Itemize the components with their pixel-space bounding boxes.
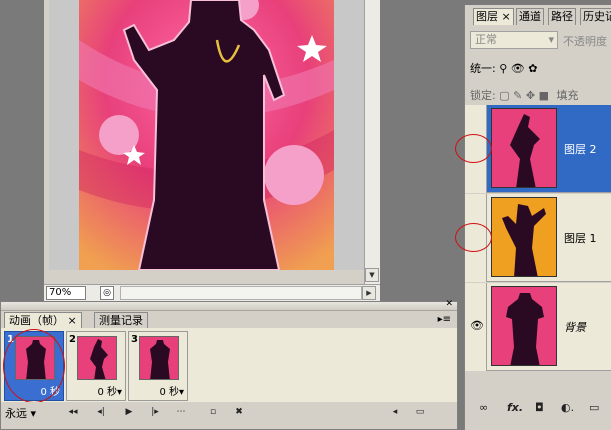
layer-thumbnail xyxy=(491,286,557,366)
chevron-down-icon: ▾ xyxy=(30,407,37,420)
loop-value: 永远 xyxy=(5,407,27,420)
lock-brush-icon[interactable]: ✎ xyxy=(513,89,522,102)
scroll-down-icon[interactable]: ▼ xyxy=(365,268,379,282)
add-mask-icon[interactable]: ◘ xyxy=(535,401,544,414)
unify-position-icon[interactable]: ⚲ xyxy=(499,62,507,75)
tab-history[interactable]: 历史记 xyxy=(580,8,611,25)
frame-delay[interactable]: 0 秒▾ xyxy=(97,383,122,398)
chevron-down-icon: ▾ xyxy=(548,33,554,46)
animation-controls: 永远 ▾ ◂◂ ◂| ▶ |▸ ⋯ ▫ ✖ ◂ ▭ xyxy=(1,402,457,429)
frame-number: 3 xyxy=(131,334,138,345)
animation-frame[interactable]: 2 0 秒▾ xyxy=(66,331,126,401)
loop-select[interactable]: 永远 ▾ xyxy=(5,405,57,420)
highlight-circle-frame xyxy=(3,329,65,403)
layer-thumbnail xyxy=(491,197,557,277)
scroll-left-icon[interactable]: ◂ xyxy=(387,405,403,419)
tab-label: 测量记录 xyxy=(99,314,143,327)
tab-close-icon[interactable]: × xyxy=(68,314,77,327)
fill-label: 填充 xyxy=(556,89,579,102)
layers-panel: 图层 × 通道 路径 历史记 正常 ▾ 不透明度 统一: ⚲ 👁 ✿ 锁定: ▢… xyxy=(455,5,611,430)
highlight-circle-layer-2 xyxy=(455,134,492,163)
tab-animation-frames[interactable]: 动画（帧） × xyxy=(4,312,82,329)
layer-visibility-toggle[interactable]: 👁 xyxy=(465,283,487,371)
horizontal-scrollbar[interactable] xyxy=(120,286,362,300)
status-menu-icon[interactable]: ◎ xyxy=(100,286,114,300)
animation-panel: ✕ 动画（帧） × 测量记录 ▸≡ 1 0 秒 2 0 秒▾ 3 0 秒▾ 永远… xyxy=(0,299,458,430)
unify-label: 统一: xyxy=(470,62,496,75)
layer-name[interactable]: 图层 1 xyxy=(564,230,597,246)
tween-icon[interactable]: ⋯ xyxy=(173,405,189,419)
lock-move-icon[interactable]: ✥ xyxy=(526,89,535,102)
first-frame-icon[interactable]: ◂◂ xyxy=(65,405,81,419)
lock-transparent-icon[interactable]: ▢ xyxy=(499,89,509,102)
blend-mode-select[interactable]: 正常 ▾ xyxy=(470,31,558,49)
animation-frame[interactable]: 3 0 秒▾ xyxy=(128,331,188,401)
fx-icon[interactable]: fx. xyxy=(507,401,523,414)
layer-name[interactable]: 图层 2 xyxy=(564,141,597,157)
play-icon[interactable]: ▶ xyxy=(121,405,137,419)
tab-label: 路径 xyxy=(551,10,573,23)
tab-label: 历史记 xyxy=(583,10,611,23)
poster-artwork xyxy=(79,0,334,270)
vertical-scrollbar[interactable]: ▼ xyxy=(364,0,380,284)
document-window: ▼ 70% ◎ ▶ xyxy=(44,0,380,301)
lock-label: 锁定: xyxy=(470,89,496,102)
panel-menu-icon[interactable]: ▸≡ xyxy=(438,314,451,325)
new-group-icon[interactable]: ▭ xyxy=(589,401,599,414)
document-status-bar: 70% ◎ ▶ xyxy=(44,284,380,301)
frame-strip: 1 0 秒 2 0 秒▾ 3 0 秒▾ xyxy=(1,328,457,402)
next-frame-icon[interactable]: |▸ xyxy=(147,405,163,419)
trash-icon[interactable]: ✖ xyxy=(231,405,247,419)
tab-channels[interactable]: 通道 xyxy=(516,8,544,25)
lock-all-icon[interactable]: ■ xyxy=(539,89,549,102)
convert-timeline-icon[interactable]: ▭ xyxy=(409,405,431,419)
layers-panel-tabs: 图层 × 通道 路径 历史记 xyxy=(465,8,611,25)
layer-row[interactable]: 👁 背景 xyxy=(465,283,611,371)
duplicate-frame-icon[interactable]: ▫ xyxy=(205,405,221,419)
tab-label: 通道 xyxy=(519,10,541,23)
unify-style-icon[interactable]: ✿ xyxy=(528,62,537,75)
tab-close-icon[interactable]: × xyxy=(502,10,511,23)
highlight-circle-layer-1 xyxy=(455,223,492,252)
frame-thumbnail xyxy=(77,336,117,380)
tab-label: 图层 xyxy=(476,10,498,23)
lock-row: 锁定: ▢ ✎ ✥ ■ 填充 xyxy=(470,87,578,103)
layer-name[interactable]: 背景 xyxy=(564,319,586,335)
layer-thumbnail xyxy=(491,108,557,188)
eye-icon[interactable]: 👁 xyxy=(470,319,484,332)
adjustment-layer-icon[interactable]: ◐. xyxy=(561,401,574,414)
unify-visibility-icon[interactable]: 👁 xyxy=(511,62,525,75)
panel-title-strip: ✕ xyxy=(1,299,457,311)
tab-label: 动画（帧） xyxy=(9,314,64,327)
panel-close-icon[interactable]: ✕ xyxy=(445,299,453,309)
frame-delay[interactable]: 0 秒▾ xyxy=(159,383,184,398)
frame-number: 2 xyxy=(69,334,76,345)
blend-mode-value: 正常 xyxy=(475,33,497,46)
tab-layers[interactable]: 图层 × xyxy=(473,8,514,25)
previous-frame-icon[interactable]: ◂| xyxy=(93,405,109,419)
document-canvas[interactable] xyxy=(79,0,334,270)
zoom-level-field[interactable]: 70% xyxy=(46,286,86,300)
frame-thumbnail xyxy=(139,336,179,380)
tab-paths[interactable]: 路径 xyxy=(548,8,576,25)
tab-measurement-log[interactable]: 测量记录 xyxy=(94,312,148,329)
link-layers-icon[interactable]: ∞ xyxy=(479,401,488,414)
layers-bottom-toolbar: ∞ fx. ◘ ◐. ▭ xyxy=(465,394,611,424)
scroll-right-icon[interactable]: ▶ xyxy=(362,286,376,300)
canvas-background xyxy=(49,0,372,270)
unify-row: 统一: ⚲ 👁 ✿ xyxy=(470,60,537,76)
opacity-label: 不透明度 xyxy=(563,35,607,48)
